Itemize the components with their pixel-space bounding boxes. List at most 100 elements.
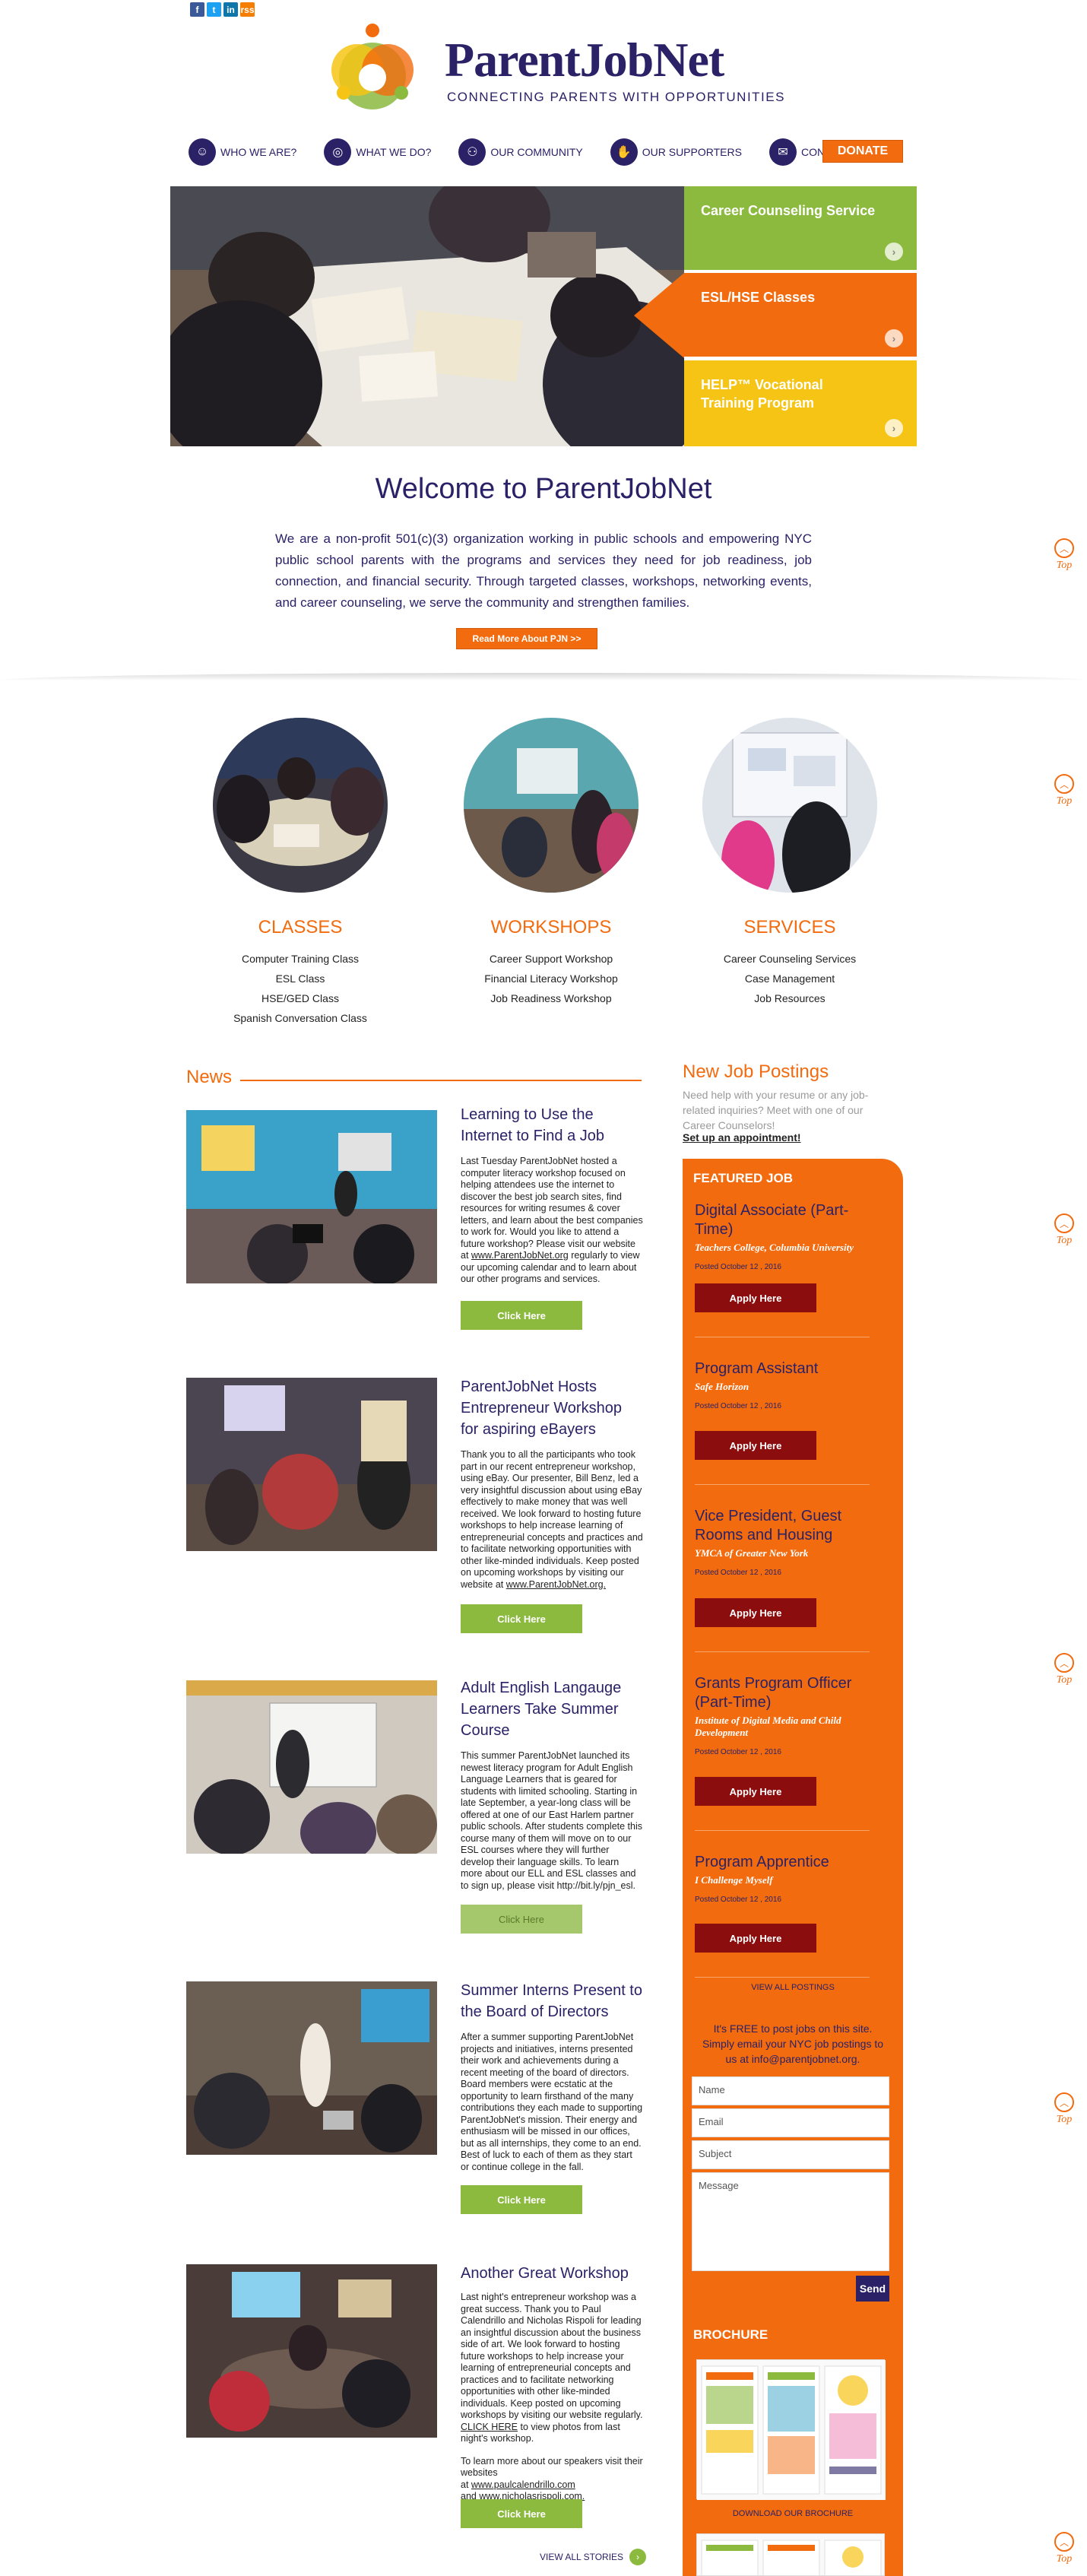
story-image[interactable]	[186, 1378, 437, 1551]
story-title[interactable]: Adult English Langauge Learners Take Sum…	[461, 1677, 643, 1741]
click-here-button[interactable]: Click Here	[461, 1301, 582, 1330]
story-body: Last Tuesday ParentJobNet hosted a compu…	[461, 1156, 643, 1286]
rss-icon[interactable]: rss	[240, 2, 255, 17]
click-here-button[interactable]: Click Here	[461, 1604, 582, 1633]
people-icon: ☺	[189, 138, 216, 166]
appointment-link[interactable]: Set up an appointment!	[683, 1131, 801, 1144]
back-to-top-button[interactable]: ︿ Top	[1049, 2092, 1079, 2126]
handshake-icon: ✋	[610, 138, 638, 166]
send-button[interactable]: Send	[856, 2276, 889, 2302]
list-item[interactable]: Spanish Conversation Class	[186, 1008, 414, 1028]
list-item[interactable]: Computer Training Class	[186, 949, 414, 969]
story-link[interactable]: www.ParentJobNet.org.	[506, 1579, 606, 1590]
workshops-photo[interactable]	[464, 718, 639, 893]
view-all-postings-link[interactable]: VIEW ALL POSTINGS	[683, 1983, 903, 1992]
chevron-right-icon: ›	[629, 2549, 647, 2565]
job-title[interactable]: Program Assistant	[695, 1359, 885, 1378]
list-item[interactable]: Job Readiness Workshop	[437, 988, 665, 1008]
story-text: Thank you to all the participants who to…	[461, 1449, 643, 1590]
chevron-right-icon: ›	[885, 419, 903, 437]
story-text: Last night's entrepreneur workshop was a…	[461, 2292, 643, 2420]
classes-photo[interactable]	[213, 718, 388, 893]
job-title[interactable]: Grants Program Officer (Part-Time)	[695, 1674, 885, 1712]
tile-esl-hse[interactable]: ESL/HSE Classes ›	[684, 273, 917, 357]
apply-button[interactable]: Apply Here	[695, 1598, 816, 1627]
tile-help-vocational[interactable]: HELP™ Vocational Training Program ›	[684, 360, 917, 446]
workshops-title[interactable]: WORKSHOPS	[437, 917, 665, 938]
logo-name: ParentJobNet	[445, 33, 724, 87]
nav-what-we-do[interactable]: ◎ WHAT WE DO?	[324, 138, 431, 166]
story-body: This summer ParentJobNet launched its ne…	[461, 1750, 643, 1891]
back-to-top-button[interactable]: ︿ Top	[1049, 538, 1079, 572]
apply-button[interactable]: Apply Here	[695, 1431, 816, 1460]
story-link[interactable]: CLICK HERE	[461, 2422, 518, 2432]
read-more-button[interactable]: Read More About PJN >>	[456, 628, 597, 649]
job-title[interactable]: Program Apprentice	[695, 1853, 885, 1872]
back-to-top-button[interactable]: ︿ Top	[1049, 774, 1079, 807]
brochure-image[interactable]	[696, 2533, 885, 2576]
name-field[interactable]: Name	[692, 2076, 889, 2105]
chevron-up-icon: ︿	[1054, 2092, 1074, 2112]
donate-button[interactable]: DONATE	[822, 140, 903, 163]
news-divider	[240, 1080, 642, 1081]
facebook-icon[interactable]: f	[190, 2, 204, 17]
list-item[interactable]: Case Management	[676, 969, 904, 988]
nav-who-we-are[interactable]: ☺ WHO WE ARE?	[189, 138, 296, 166]
story-link[interactable]: www.ParentJobNet.org	[471, 1250, 569, 1261]
classes-list: Computer Training Class ESL Class HSE/GE…	[186, 949, 414, 1028]
news-heading: News	[186, 1067, 233, 1087]
tile-career-counseling[interactable]: Career Counseling Service ›	[684, 186, 917, 270]
site-logo[interactable]: ParentJobNet CONNECTING PARENTS WITH OPP…	[327, 23, 784, 114]
story-image[interactable]	[186, 1981, 437, 2155]
click-here-button[interactable]: Click Here	[461, 2499, 582, 2528]
nav-our-community[interactable]: ⚇ OUR COMMUNITY	[458, 138, 583, 166]
back-to-top-button[interactable]: ︿ Top	[1049, 2532, 1079, 2565]
list-item[interactable]: HSE/GED Class	[186, 988, 414, 1008]
nav-our-supporters[interactable]: ✋ OUR SUPPORTERS	[610, 138, 742, 166]
twitter-icon[interactable]: t	[207, 2, 221, 17]
list-item[interactable]: Career Support Workshop	[437, 949, 665, 969]
story-body: Last night's entrepreneur workshop was a…	[461, 2292, 643, 2503]
story-title[interactable]: ParentJobNet Hosts Entrepreneur Workshop…	[461, 1376, 643, 1440]
apply-button[interactable]: Apply Here	[695, 1924, 816, 1953]
story-image[interactable]	[186, 1110, 437, 1283]
top-label: Top	[1056, 2114, 1073, 2125]
apply-button[interactable]: Apply Here	[695, 1777, 816, 1806]
download-brochure-link[interactable]: DOWNLOAD OUR BROCHURE	[683, 2509, 903, 2518]
list-item[interactable]: Job Resources	[676, 988, 904, 1008]
back-to-top-button[interactable]: ︿ Top	[1049, 1653, 1079, 1686]
brochure-image[interactable]	[696, 2359, 886, 2500]
job-title[interactable]: Digital Associate (Part-Time)	[695, 1201, 885, 1239]
story-title[interactable]: Summer Interns Present to the Board of D…	[461, 1980, 643, 2022]
apply-button[interactable]: Apply Here	[695, 1283, 816, 1312]
list-item[interactable]: Financial Literacy Workshop	[437, 969, 665, 988]
job-employer: Safe Horizon	[695, 1381, 749, 1392]
story-title[interactable]: Another Great Workshop	[461, 2263, 643, 2284]
story-title[interactable]: Learning to Use the Internet to Find a J…	[461, 1104, 643, 1147]
back-to-top-button[interactable]: ︿ Top	[1049, 1213, 1079, 1247]
view-all-stories-link[interactable]: VIEW ALL STORIES ›	[540, 2549, 647, 2565]
job-date: Posted October 12 , 2016	[695, 1402, 781, 1410]
main-nav: ☺ WHO WE ARE? ◎ WHAT WE DO? ⚇ OUR COMMUN…	[189, 137, 903, 167]
services-title[interactable]: SERVICES	[676, 917, 904, 938]
job-title[interactable]: Vice President, Guest Rooms and Housing	[695, 1507, 885, 1545]
classes-title[interactable]: CLASSES	[186, 917, 414, 938]
story-link[interactable]: www.paulcalendrillo.com	[471, 2479, 575, 2490]
subject-field[interactable]: Subject	[692, 2140, 889, 2169]
click-here-button[interactable]: Click Here	[461, 1905, 582, 1934]
welcome-title: Welcome to ParentJobNet	[375, 473, 712, 505]
logo-mark-icon	[331, 24, 414, 109]
chevron-right-icon: ›	[885, 243, 903, 261]
email-field[interactable]: Email	[692, 2108, 889, 2137]
message-field[interactable]: Message	[692, 2172, 889, 2271]
top-label: Top	[1056, 1235, 1073, 1246]
list-item[interactable]: ESL Class	[186, 969, 414, 988]
services-photo[interactable]	[702, 718, 877, 893]
chevron-up-icon: ︿	[1054, 774, 1074, 794]
story-image[interactable]	[186, 2264, 437, 2438]
click-here-button[interactable]: Click Here	[461, 2185, 582, 2214]
linkedin-icon[interactable]: in	[223, 2, 238, 17]
section-divider	[0, 673, 1087, 680]
story-image[interactable]	[186, 1680, 437, 1854]
list-item[interactable]: Career Counseling Services	[676, 949, 904, 969]
